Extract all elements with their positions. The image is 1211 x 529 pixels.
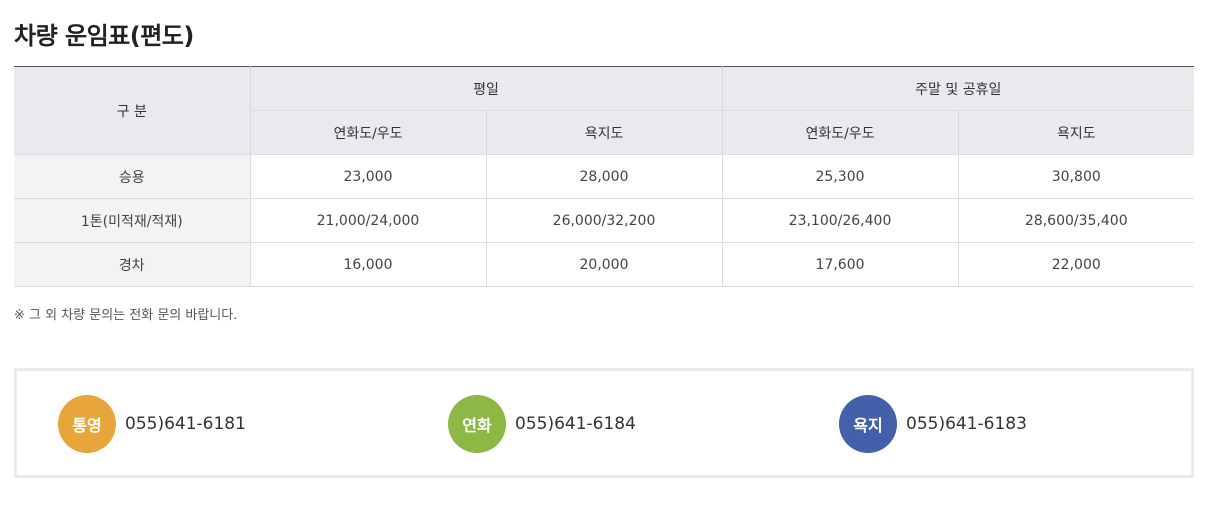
subheader-weekday-yokjido: 욕지도 xyxy=(485,110,723,155)
phone-tongyeong[interactable]: 055)641-6181 xyxy=(125,414,246,434)
page-title: 차량 운임표(편도) xyxy=(14,22,194,50)
fare-table: 구 분 평일 주말 및 공휴일 연화도/우도 욕지도 연화도/우도 욕지도 승용… xyxy=(14,66,1195,287)
table-row: 경차 16,000 20,000 17,600 22,000 xyxy=(14,242,1195,287)
subheader-weekend-yokjido: 욕지도 xyxy=(957,110,1195,155)
fare-cell: 17,600 xyxy=(721,242,959,287)
fare-cell: 21,000/24,000 xyxy=(249,198,486,243)
fare-cell: 20,000 xyxy=(485,242,723,287)
group-header-weekday: 평일 xyxy=(249,66,723,111)
table-header-row: 구 분 평일 주말 및 공휴일 xyxy=(14,66,1195,155)
row-label-truck: 1톤(미적재/적재) xyxy=(14,198,250,243)
badge-yokji: 욕지 xyxy=(839,395,897,453)
row-label-car: 승용 xyxy=(14,154,250,199)
fare-cell: 25,300 xyxy=(721,154,959,199)
fare-cell: 16,000 xyxy=(249,242,486,287)
inquiry-note: ※ 그 외 차량 문의는 전화 문의 바랍니다. xyxy=(14,308,238,323)
subheader-weekday-yeonhwa-udo: 연화도/우도 xyxy=(249,110,486,155)
table-row: 승용 23,000 28,000 25,300 30,800 xyxy=(14,154,1195,199)
table-row: 1톤(미적재/적재) 21,000/24,000 26,000/32,200 2… xyxy=(14,198,1195,243)
contact-tongyeong: 통영 055)641-6181 xyxy=(58,395,246,453)
badge-tongyeong: 통영 xyxy=(58,395,116,453)
category-header: 구 분 xyxy=(14,66,250,155)
fare-cell: 23,100/26,400 xyxy=(721,198,959,243)
fare-cell: 26,000/32,200 xyxy=(485,198,723,243)
badge-yeonhwa: 연화 xyxy=(448,395,506,453)
fare-cell: 30,800 xyxy=(957,154,1195,199)
contact-yeonhwa: 연화 055)641-6184 xyxy=(448,395,636,453)
fare-cell: 22,000 xyxy=(957,242,1195,287)
phone-yeonhwa[interactable]: 055)641-6184 xyxy=(515,414,636,434)
row-label-compact: 경차 xyxy=(14,242,250,287)
fare-cell: 28,000 xyxy=(485,154,723,199)
fare-cell: 28,600/35,400 xyxy=(957,198,1195,243)
fare-cell: 23,000 xyxy=(249,154,486,199)
subheader-weekend-yeonhwa-udo: 연화도/우도 xyxy=(721,110,959,155)
phone-yokji[interactable]: 055)641-6183 xyxy=(906,414,1027,434)
group-header-weekend: 주말 및 공휴일 xyxy=(721,66,1195,111)
contact-box: 통영 055)641-6181 연화 055)641-6184 욕지 055)6… xyxy=(14,368,1194,478)
contact-yokji: 욕지 055)641-6183 xyxy=(839,395,1027,453)
